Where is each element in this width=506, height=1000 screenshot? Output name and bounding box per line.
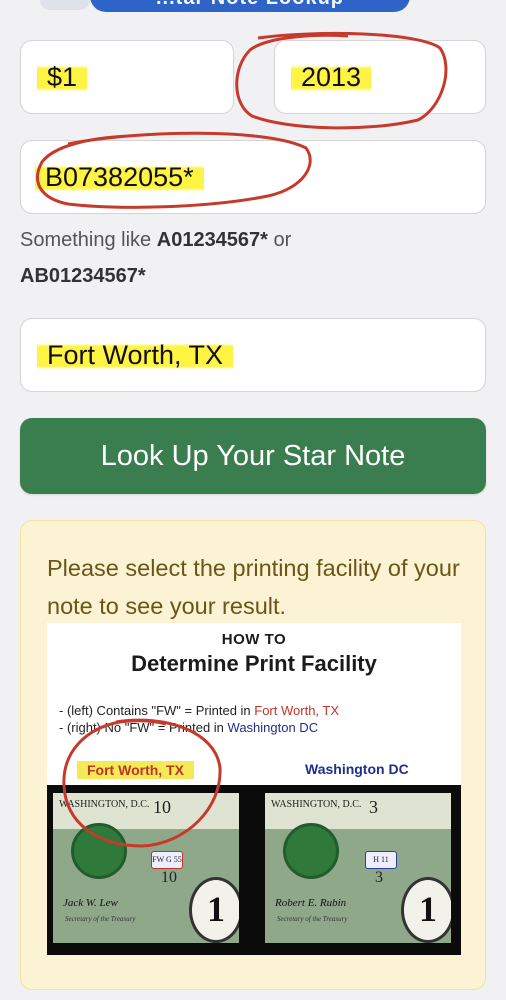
guide-line-left-place: Fort Worth, TX	[254, 703, 340, 718]
note-number: 3	[369, 797, 378, 817]
serial-hint-mid: or	[267, 229, 292, 251]
guide-line-right: - (right) No "FW" = Printed in Washingto…	[59, 720, 318, 735]
treasury-seal-icon	[283, 823, 339, 879]
guide-title: Determine Print Facility	[131, 651, 377, 676]
plate-mark: H 11	[365, 851, 397, 869]
year-field[interactable]: 2013	[274, 40, 486, 114]
note-header: WASHINGTON, D.C.	[59, 799, 150, 810]
guide-line-right-prefix: - (right) No "FW" = Printed in	[59, 720, 228, 735]
lookup-button[interactable]: Look Up Your Star Note	[20, 418, 486, 494]
location-field[interactable]: Fort Worth, TX	[20, 318, 486, 392]
serial-hint-prefix: Something like	[20, 229, 157, 251]
signature: Robert E. Rubin	[275, 897, 347, 909]
denomination-value: $1	[37, 59, 88, 95]
guide-title-small: HOW TO	[221, 631, 287, 648]
year-value: 2013	[291, 59, 372, 95]
serial-number-field[interactable]: B07382055*	[20, 140, 486, 214]
serial-hint-example-1: A01234567*	[156, 229, 268, 251]
washington-note: WASHINGTON, D.C. 3 H 11 3 Robert E. Rubi…	[265, 793, 451, 943]
page-title: ...tar Note Lookup	[90, 0, 410, 10]
result-panel: Please select the printing facility of y…	[20, 520, 486, 990]
signature: Jack W. Lew	[63, 897, 118, 909]
top-tab-left	[40, 0, 90, 10]
fort-worth-note: WASHINGTON, D.C. 10 FW G 55 10 Jack W. L…	[53, 793, 239, 943]
note-denomination: 1	[189, 877, 239, 943]
note-denomination: 1	[401, 877, 451, 943]
signature-title: Secretary of the Treasury	[277, 915, 348, 923]
guide-line-left-prefix: - (left) Contains "FW" = Printed in	[59, 703, 255, 718]
serial-hint: Something like A01234567* or AB01234567*	[20, 222, 490, 294]
washington-dc-label: Washington DC	[305, 761, 409, 777]
denomination-field[interactable]: $1	[20, 40, 234, 114]
note-number-lower: 10	[161, 869, 177, 886]
note-number: 10	[153, 797, 171, 817]
serial-number-value: B07382055*	[35, 159, 204, 195]
note-header: WASHINGTON, D.C.	[271, 799, 362, 810]
fort-worth-label: Fort Worth, TX	[77, 761, 194, 779]
guide-line-left: - (left) Contains "FW" = Printed in Fort…	[59, 703, 339, 718]
treasury-seal-icon	[71, 823, 127, 879]
page-title-banner: ...tar Note Lookup	[90, 0, 410, 12]
signature-title: Secretary of the Treasury	[65, 915, 136, 923]
serial-hint-example-2: AB01234567*	[20, 265, 146, 287]
note-number-lower: 3	[375, 869, 383, 886]
result-message: Please select the printing facility of y…	[47, 555, 460, 619]
note-comparison-image: WASHINGTON, D.C. 10 FW G 55 10 Jack W. L…	[47, 785, 461, 955]
location-value: Fort Worth, TX	[37, 337, 234, 373]
guide-line-right-place: Washington DC	[227, 720, 319, 735]
fw-plate-mark: FW G 55	[151, 851, 183, 869]
print-facility-guide: HOW TO Determine Print Facility - (left)…	[47, 623, 461, 955]
